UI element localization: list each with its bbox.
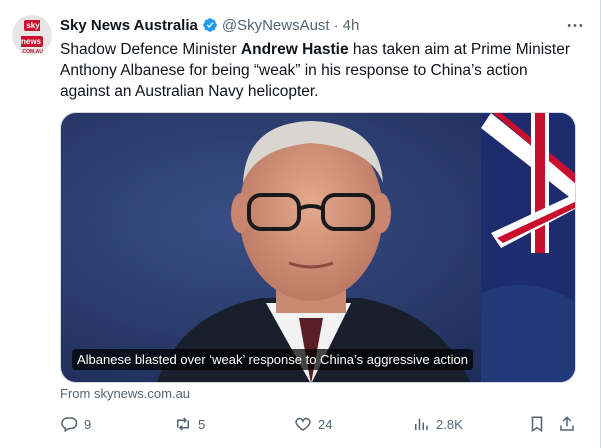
action-bar: 9 5 24 2.8K bbox=[50, 414, 590, 436]
avatar-logo-text: sky news bbox=[20, 19, 43, 47]
bookmark-button[interactable] bbox=[528, 414, 552, 436]
tweet-card[interactable]: sky news .COM.AU Sky News Australia @Sky… bbox=[0, 0, 601, 448]
repost-count: 5 bbox=[198, 417, 206, 432]
share-button[interactable] bbox=[558, 414, 582, 436]
author-name[interactable]: Sky News Australia bbox=[60, 17, 198, 34]
mentioned-name: Andrew Hastie bbox=[240, 41, 349, 58]
like-count: 24 bbox=[318, 417, 333, 432]
reply-button[interactable]: 9 bbox=[60, 414, 91, 436]
source-link[interactable]: From skynews.com.au bbox=[60, 386, 190, 401]
repost-icon bbox=[174, 415, 198, 436]
separator-dot: · bbox=[333, 16, 339, 34]
tweet-time[interactable]: 4h bbox=[343, 17, 360, 34]
heart-icon bbox=[294, 415, 318, 436]
image-caption: Albanese blasted over ‘weak’ response to… bbox=[72, 349, 473, 370]
share-icon bbox=[558, 415, 582, 436]
view-count: 2.8K bbox=[436, 417, 463, 432]
reply-icon bbox=[60, 415, 84, 436]
author-handle[interactable]: @SkyNewsAust bbox=[222, 17, 330, 34]
tweet-text: Shadow Defence Minister Andrew Hastie ha… bbox=[60, 39, 580, 102]
repost-button[interactable]: 5 bbox=[174, 414, 205, 436]
more-options-icon[interactable] bbox=[564, 16, 586, 34]
reply-count: 9 bbox=[84, 417, 92, 432]
views-button[interactable]: 2.8K bbox=[412, 414, 463, 436]
avatar[interactable]: sky news .COM.AU bbox=[12, 15, 52, 55]
avatar-logo-sub: .COM.AU bbox=[21, 48, 43, 55]
like-button[interactable]: 24 bbox=[294, 414, 332, 436]
verified-badge-icon bbox=[202, 17, 218, 33]
link-card-image[interactable]: Albanese blasted over ‘weak’ response to… bbox=[60, 112, 576, 383]
flag-graphic bbox=[481, 113, 575, 382]
views-chart-icon bbox=[412, 415, 436, 436]
bookmark-icon bbox=[528, 415, 552, 436]
tweet-text-start: Shadow Defence Minister bbox=[60, 41, 241, 58]
news-photo bbox=[61, 113, 575, 382]
tweet-header: Sky News Australia @SkyNewsAust · 4h bbox=[60, 15, 359, 35]
